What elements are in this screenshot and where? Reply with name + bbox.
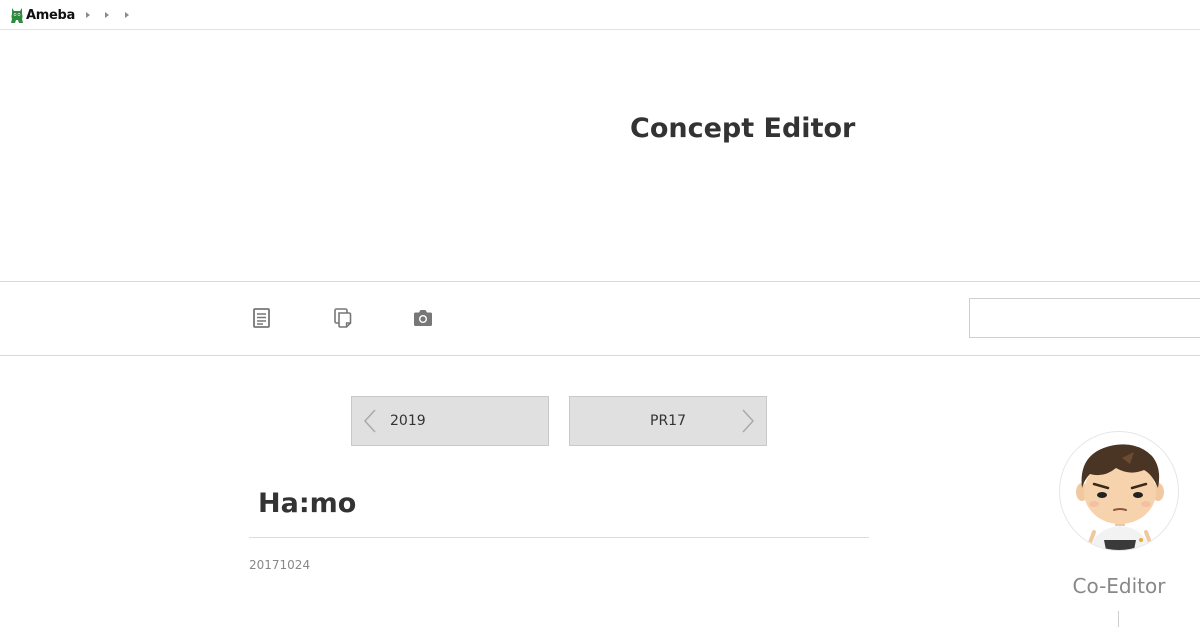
archive-icon[interactable] xyxy=(331,306,355,330)
profile-divider xyxy=(1118,611,1119,627)
global-header: Ameba xyxy=(0,0,1200,30)
chevron-right-icon xyxy=(742,409,755,433)
breadcrumb-arrow-icon[interactable] xyxy=(86,12,90,18)
blog-nav-bar xyxy=(0,281,1200,356)
blog-title[interactable]: Concept Editor xyxy=(630,111,855,147)
logo-text: Ameba xyxy=(26,7,76,23)
next-entry-button[interactable]: PR17 xyxy=(569,396,767,446)
entry-date: 20171024 xyxy=(249,558,311,572)
avatar-illustration xyxy=(1076,444,1164,550)
breadcrumb-arrow-icon[interactable] xyxy=(125,12,129,18)
chevron-left-icon xyxy=(363,409,376,433)
blog-search-input[interactable] xyxy=(969,298,1200,338)
entry-divider xyxy=(249,537,869,538)
avatar[interactable] xyxy=(1059,431,1179,551)
breadcrumb-arrow-icon[interactable] xyxy=(105,12,109,18)
ameba-mascot-icon xyxy=(11,8,23,23)
prev-entry-button[interactable]: 2019 xyxy=(351,396,549,446)
entry-list-icon[interactable] xyxy=(250,306,274,330)
ameba-logo[interactable]: Ameba xyxy=(10,5,75,25)
entry-title[interactable]: Ha:mo xyxy=(258,486,356,522)
next-entry-label: PR17 xyxy=(650,413,686,429)
profile-name[interactable]: Co-Editor xyxy=(1059,573,1179,599)
prev-entry-label: 2019 xyxy=(390,413,426,429)
camera-icon[interactable] xyxy=(411,306,435,330)
